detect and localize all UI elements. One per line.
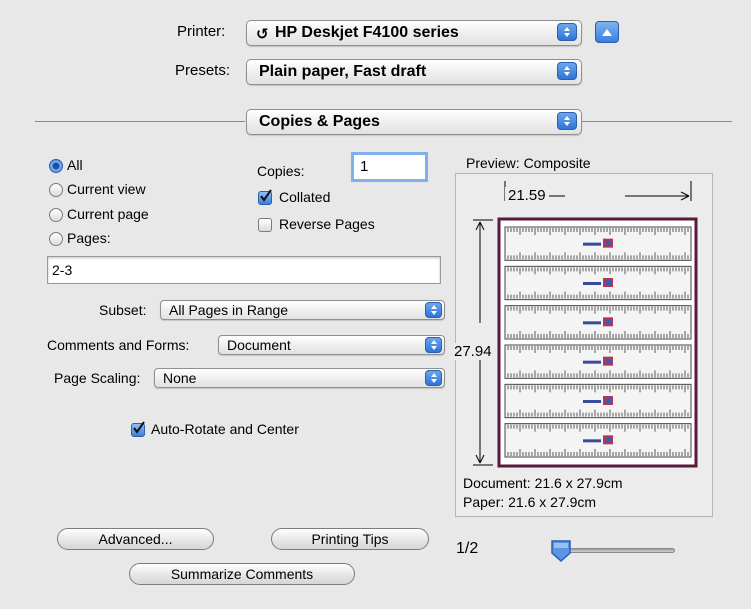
- paper-size: Paper: 21.6 x 27.9cm: [463, 494, 597, 510]
- subset-label: Subset:: [99, 302, 147, 318]
- radio-current-view[interactable]: [49, 183, 63, 197]
- printer-label: Printer:: [177, 23, 226, 40]
- radio-all-label: All: [67, 157, 83, 173]
- radio-current-page-label: Current page: [67, 206, 149, 222]
- preview-title: Preview: Composite: [466, 155, 591, 171]
- pages-input[interactable]: 2-3: [47, 256, 441, 284]
- ruler-thumbnail: [504, 265, 692, 301]
- popup-arrows-icon: [557, 62, 577, 80]
- popup-arrows-icon: [425, 370, 442, 386]
- printer-popup[interactable]: HP Deskjet F4100 series ↺: [246, 20, 582, 46]
- copies-label: Copies:: [257, 163, 305, 179]
- preview-width-label: 21.59: [505, 187, 549, 204]
- copies-input[interactable]: 1: [351, 152, 428, 182]
- document-size: Document: 21.6 x 27.9cm: [463, 475, 623, 491]
- popup-arrows-icon: [557, 23, 577, 41]
- auto-rotate-checkbox[interactable]: [131, 421, 145, 437]
- checkmark-icon: [260, 189, 272, 202]
- printer-status-icon: ↺: [256, 26, 269, 43]
- printing-tips-button[interactable]: Printing Tips: [271, 528, 429, 550]
- comments-popup[interactable]: Document: [218, 335, 445, 355]
- copies-input-value: 1: [360, 158, 369, 175]
- reverse-pages-label: Reverse Pages: [279, 216, 375, 232]
- divider-right: [582, 121, 732, 122]
- panel-value: Copies & Pages: [259, 113, 380, 130]
- divider-left: [35, 121, 245, 122]
- ruler-thumbnail: [504, 226, 692, 261]
- presets-popup[interactable]: Plain paper, Fast draft: [246, 59, 582, 85]
- subset-popup[interactable]: All Pages in Range: [160, 300, 445, 320]
- comments-label: Comments and Forms:: [47, 337, 190, 353]
- radio-current-page[interactable]: [49, 208, 63, 222]
- scaling-label: Page Scaling:: [54, 370, 141, 386]
- popup-arrows-icon: [557, 112, 577, 130]
- subset-value: All Pages in Range: [169, 302, 289, 318]
- disclosure-button[interactable]: [595, 21, 619, 43]
- popup-arrows-icon: [425, 337, 442, 353]
- radio-current-view-label: Current view: [67, 181, 146, 197]
- summarize-comments-button[interactable]: Summarize Comments: [129, 563, 355, 585]
- panel-popup[interactable]: Copies & Pages: [246, 109, 582, 135]
- scaling-popup[interactable]: None: [154, 368, 445, 388]
- presets-label: Presets:: [175, 62, 231, 79]
- page-indicator: 1/2: [456, 540, 479, 557]
- ruler-thumbnail: [504, 383, 692, 419]
- collated-label: Collated: [279, 189, 331, 205]
- auto-rotate-label: Auto-Rotate and Center: [151, 421, 299, 437]
- page-slider-track[interactable]: [560, 548, 675, 553]
- preview-height-label: 27.94: [454, 343, 492, 360]
- scaling-value: None: [163, 370, 197, 386]
- checkmark-icon: [133, 421, 145, 434]
- advanced-button[interactable]: Advanced...: [57, 528, 214, 550]
- preview-canvas: [473, 181, 698, 468]
- presets-value: Plain paper, Fast draft: [259, 63, 427, 80]
- ruler-thumbnail: [504, 305, 692, 340]
- comments-value: Document: [227, 337, 291, 353]
- reverse-pages-checkbox[interactable]: [258, 218, 272, 232]
- ruler-thumbnail: [504, 423, 692, 458]
- radio-all[interactable]: [49, 159, 63, 173]
- pages-input-value: 2-3: [52, 262, 73, 278]
- printer-value: HP Deskjet F4100 series: [275, 24, 459, 41]
- radio-pages-label: Pages:: [67, 230, 111, 246]
- ruler-thumbnail: [504, 344, 692, 379]
- popup-arrows-icon: [425, 302, 442, 318]
- triangle-up-icon: [602, 28, 612, 36]
- collated-checkbox[interactable]: [258, 189, 272, 205]
- radio-pages[interactable]: [49, 232, 63, 246]
- page-slider-thumb[interactable]: [550, 539, 572, 563]
